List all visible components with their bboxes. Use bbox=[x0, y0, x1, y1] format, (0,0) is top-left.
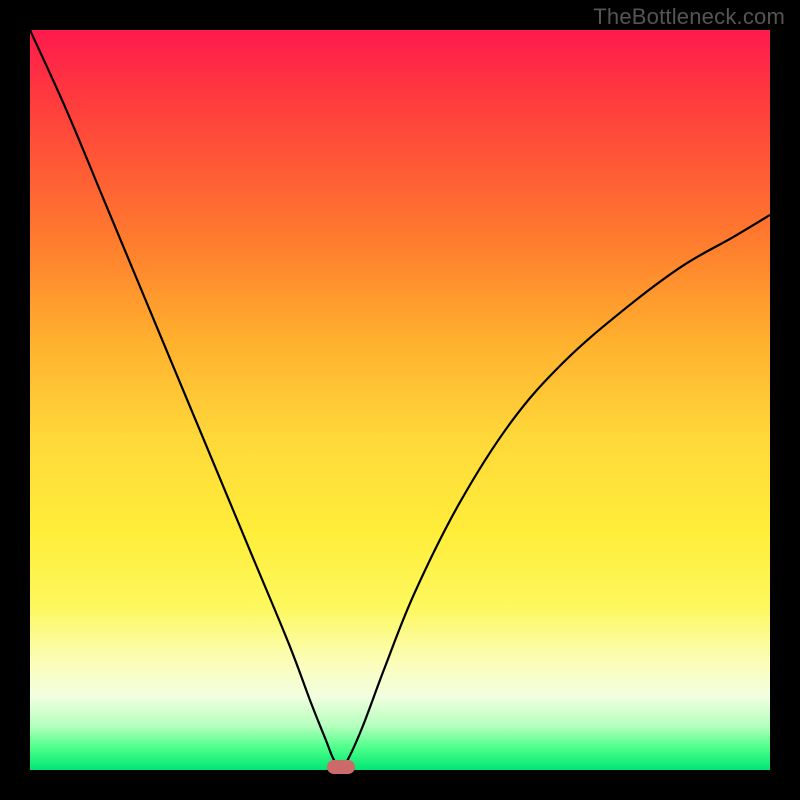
minimum-marker bbox=[327, 760, 355, 774]
watermark-text: TheBottleneck.com bbox=[593, 4, 785, 30]
bottleneck-curve bbox=[30, 30, 770, 770]
chart-frame: TheBottleneck.com bbox=[0, 0, 800, 800]
plot-area bbox=[30, 30, 770, 770]
